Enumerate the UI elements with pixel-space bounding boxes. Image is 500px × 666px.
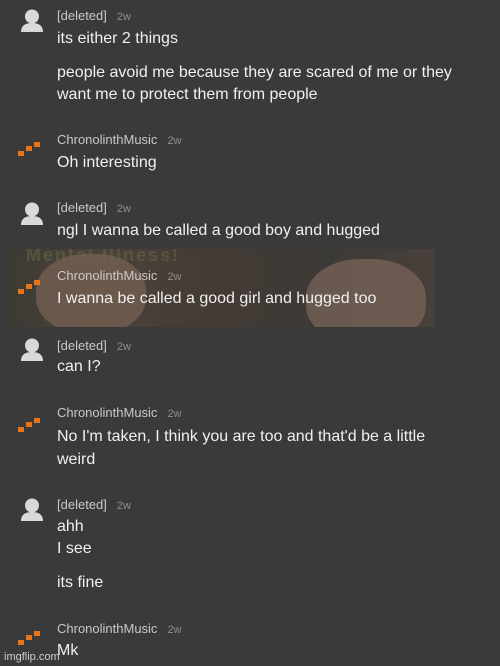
comment-meta: ChronolinthMusic 2w <box>57 405 182 420</box>
user-avatar-icon[interactable] <box>20 201 44 225</box>
comment-meta: [deleted] 2w <box>57 200 131 215</box>
comment-time: 2w <box>167 408 182 420</box>
pixel-logo-icon[interactable] <box>18 418 46 434</box>
comment-text: its fine <box>57 574 104 591</box>
comment-time: 2w <box>167 271 182 283</box>
comment-text: ngl I wanna be called a good boy and hug… <box>57 222 380 239</box>
author-name[interactable]: ChronolinthMusic <box>57 405 157 420</box>
comment-time: 2w <box>116 341 131 353</box>
comment-meta: [deleted] 2w <box>57 338 131 353</box>
pixel-logo-icon[interactable] <box>18 631 46 647</box>
author-name[interactable]: ChronolinthMusic <box>57 268 157 283</box>
comment-text: Oh interesting <box>57 154 157 171</box>
user-avatar-icon[interactable] <box>20 337 44 361</box>
user-avatar-icon[interactable] <box>20 8 44 32</box>
comment-meta: ChronolinthMusic 2w <box>57 268 182 283</box>
comment-meta: ChronolinthMusic 2w <box>57 132 182 147</box>
author-name[interactable]: [deleted] <box>57 497 107 512</box>
comment-text: No I'm taken, I think you are too and th… <box>57 428 426 445</box>
comment-text: want me to protect them from people <box>57 86 318 103</box>
author-name[interactable]: [deleted] <box>57 200 107 215</box>
comment-time: 2w <box>116 203 131 215</box>
comment-time: 2w <box>167 135 182 147</box>
comment-text: people avoid me because they are scared … <box>57 64 452 81</box>
comment-meta: ChronolinthMusic 2w <box>57 621 182 636</box>
imgflip-watermark: imgflip.com <box>4 651 60 663</box>
comment-text: weird <box>57 451 96 468</box>
comment-text: its either 2 things <box>57 30 178 47</box>
author-name[interactable]: [deleted] <box>57 8 107 23</box>
author-name[interactable]: [deleted] <box>57 338 107 353</box>
comment-text: Mk <box>57 642 79 659</box>
comment-time: 2w <box>116 500 131 512</box>
comment-text: ahh <box>57 518 84 535</box>
author-name[interactable]: ChronolinthMusic <box>57 132 157 147</box>
comment-time: 2w <box>116 11 131 23</box>
pixel-logo-icon[interactable] <box>18 142 46 158</box>
comment-time: 2w <box>167 624 182 636</box>
user-avatar-icon[interactable] <box>20 497 44 521</box>
pixel-logo-icon[interactable] <box>18 280 46 296</box>
comment-text: can I? <box>57 358 101 375</box>
comment-meta: [deleted] 2w <box>57 8 131 23</box>
comment-text: I see <box>57 540 92 557</box>
comment-meta: [deleted] 2w <box>57 497 131 512</box>
comment-text: I wanna be called a good girl and hugged… <box>57 290 377 307</box>
author-name[interactable]: ChronolinthMusic <box>57 621 157 636</box>
